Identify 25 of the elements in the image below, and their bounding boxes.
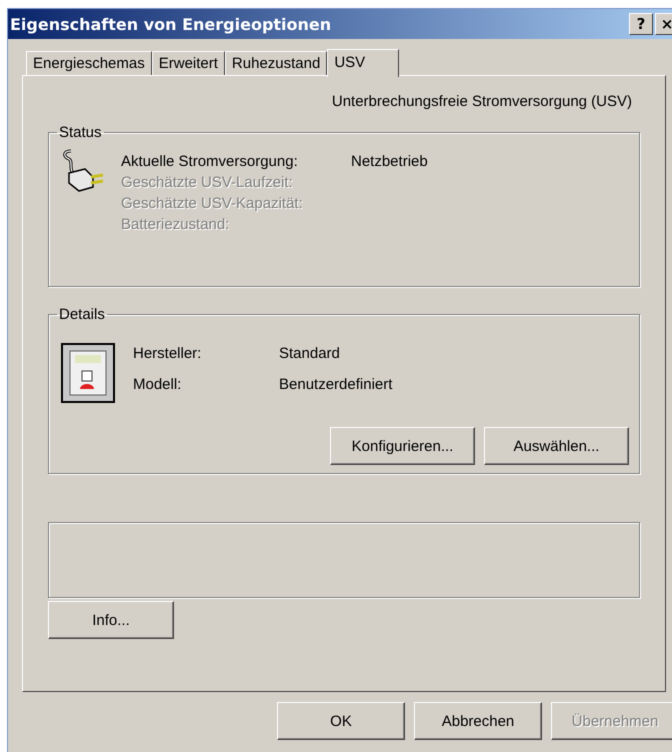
tab[interactable]: Energieschemas xyxy=(26,51,152,75)
tab[interactable]: Erweitert xyxy=(152,51,225,75)
select-button[interactable]: Auswählen... xyxy=(484,427,629,465)
group-title: Status xyxy=(58,124,103,141)
help-button[interactable]: ? xyxy=(629,13,653,35)
detail-value: Benutzerdefiniert xyxy=(279,376,392,395)
status-label: Geschätzte USV-Laufzeit: xyxy=(121,174,294,191)
configure-button[interactable]: Konfigurieren... xyxy=(330,427,475,465)
status-label: Batteriezustand: xyxy=(121,216,230,233)
status-value: Netzbetrieb xyxy=(351,153,428,170)
info-button[interactable]: Info... xyxy=(48,601,174,639)
status-label: Geschätzte USV-Kapazität: xyxy=(121,195,304,212)
detail-label: Modell: xyxy=(133,376,182,395)
dialog-button[interactable]: Abbrechen xyxy=(414,702,542,740)
tab[interactable]: Ruhezustand xyxy=(224,51,328,75)
ups-heading: Unterbrechungsfreie Stromversorgung (USV) xyxy=(332,93,632,110)
ups-device-icon xyxy=(61,343,115,403)
status-label: Aktuelle Stromversorgung: xyxy=(121,153,299,170)
detail-label: Hersteller: xyxy=(133,345,202,364)
detail-value: Standard xyxy=(279,345,341,364)
close-button[interactable]: × xyxy=(655,13,672,35)
group-title: Details xyxy=(58,306,106,323)
dialog-button[interactable]: OK xyxy=(277,702,405,740)
tab[interactable]: USV xyxy=(327,49,400,77)
window-title: Eigenschaften von Energieoptionen xyxy=(10,14,332,34)
